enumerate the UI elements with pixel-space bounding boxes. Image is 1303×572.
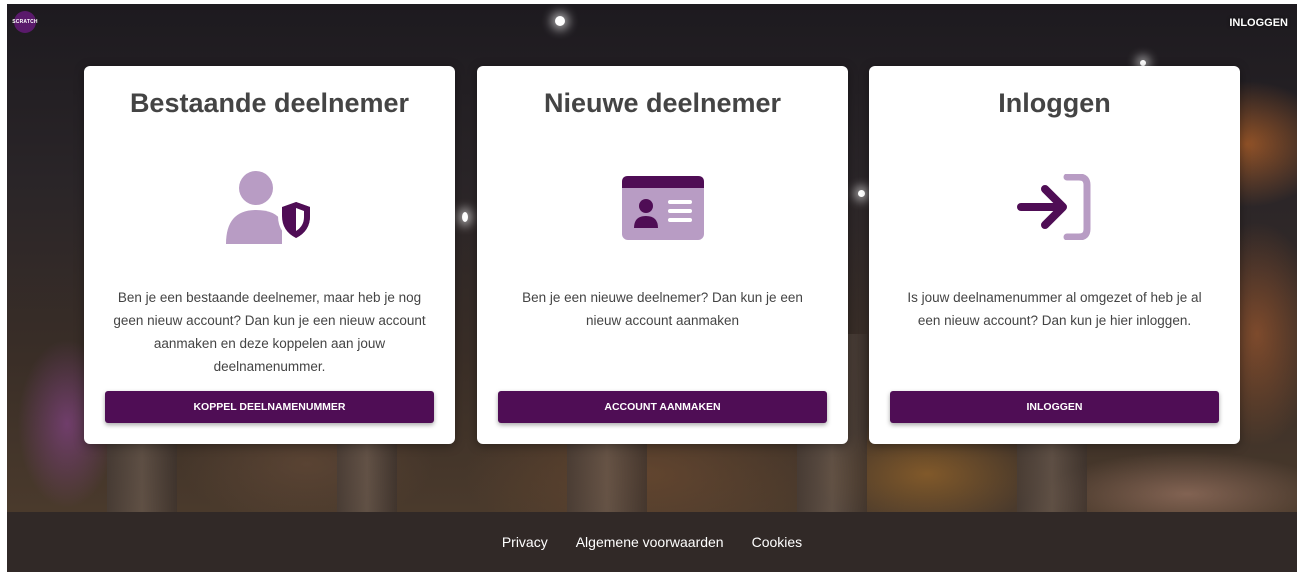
- id-card-icon: [621, 176, 704, 245]
- card-title: Nieuwe deelnemer: [543, 88, 782, 118]
- footer-link-cookies[interactable]: Cookies: [752, 534, 803, 550]
- link-participant-number-button[interactable]: KOPPEL DEELNAMENUMMER: [105, 391, 434, 423]
- background-light: [462, 212, 468, 222]
- card-new-participant: Nieuwe deelnemer Ben je een nieuwe deeln…: [477, 66, 848, 444]
- header-login-link[interactable]: INLOGGEN: [1229, 17, 1288, 29]
- create-account-button[interactable]: ACCOUNT AANMAKEN: [498, 391, 827, 423]
- footer-link-terms[interactable]: Algemene voorwaarden: [576, 534, 724, 550]
- logo[interactable]: SCRATCH: [12, 11, 38, 33]
- card-title: Bestaande deelnemer: [129, 88, 410, 118]
- card-login: Inloggen Is jouw deelnamenummer al omgez…: [869, 66, 1240, 444]
- background-light: [858, 190, 865, 197]
- user-shield-icon: [224, 170, 316, 249]
- sign-in-icon: [1016, 173, 1093, 245]
- card-description: Ben je een nieuwe deelnemer? Dan kun je …: [522, 290, 803, 328]
- background-light: [555, 16, 565, 26]
- card-title: Inloggen: [998, 88, 1111, 118]
- footer: Privacy Algemene voorwaarden Cookies: [7, 512, 1297, 572]
- card-description: Ben je een bestaande deelnemer, maar heb…: [113, 290, 426, 374]
- login-button[interactable]: INLOGGEN: [890, 391, 1219, 423]
- page: SCRATCH INLOGGEN Bestaande deelnemer Ben…: [7, 4, 1297, 572]
- footer-link-privacy[interactable]: Privacy: [502, 534, 548, 550]
- card-existing-participant: Bestaande deelnemer Ben je een bestaande…: [84, 66, 455, 444]
- card-description: Is jouw deelnamenummer al omgezet of heb…: [907, 290, 1202, 328]
